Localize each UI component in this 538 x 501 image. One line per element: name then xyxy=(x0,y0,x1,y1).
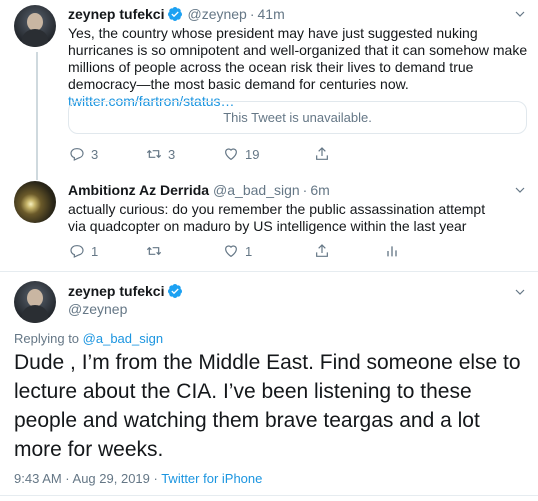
analytics-button[interactable] xyxy=(384,243,461,259)
thread-line xyxy=(36,170,38,180)
tweet-1[interactable]: zeynep tufekci @zeynep · 41m Yes, the co… xyxy=(0,0,538,170)
retweet-button[interactable]: 3 xyxy=(146,146,223,162)
replying-to: Replying to @a_bad_sign xyxy=(14,331,163,346)
like-button[interactable]: 1 xyxy=(223,243,314,259)
timestamp[interactable]: 9:43 AM · Aug 29, 2019 · xyxy=(14,471,161,486)
author-name[interactable]: Ambitionz Az Derrida xyxy=(68,182,209,198)
main-author: zeynep tufekci @zeynep xyxy=(68,283,183,317)
analytics-icon xyxy=(387,246,397,257)
author-row: zeynep tufekci @zeynep · 41m xyxy=(68,6,285,22)
retweet-icon xyxy=(146,246,162,256)
author-handle[interactable]: @zeynep xyxy=(187,6,246,22)
share-button[interactable] xyxy=(314,146,391,162)
like-icon xyxy=(225,148,237,161)
reply-button[interactable]: 1 xyxy=(69,243,146,259)
tweet-text-content: Yes, the country whose president may hav… xyxy=(68,25,528,92)
quote-unavailable-text: This Tweet is unavailable. xyxy=(223,110,372,125)
avatar[interactable] xyxy=(14,5,56,47)
reply-icon xyxy=(70,245,84,258)
retweet-icon xyxy=(146,149,162,159)
tweet-actions: 1 1 xyxy=(69,243,461,259)
main-tweet-text: Dude , I’m from the Middle East. Find so… xyxy=(14,351,521,461)
tweet-meta: 9:43 AM · Aug 29, 2019 · Twitter for iPh… xyxy=(14,471,262,486)
tweet-text: Yes, the country whose president may hav… xyxy=(68,25,530,110)
tweet-actions: 3 3 19 xyxy=(69,146,391,162)
replying-prefix: Replying to xyxy=(14,331,83,346)
avatar[interactable] xyxy=(14,281,56,323)
reply-button[interactable]: 3 xyxy=(69,146,146,162)
replying-to-handle[interactable]: @a_bad_sign xyxy=(83,331,163,346)
verified-icon xyxy=(168,284,183,298)
quoted-tweet-unavailable: This Tweet is unavailable. xyxy=(68,101,527,134)
tweet-text: actually curious: do you remember the pu… xyxy=(68,201,486,234)
author-handle[interactable]: @zeynep xyxy=(68,301,183,317)
author-name[interactable]: zeynep tufekci xyxy=(68,283,164,299)
source-link[interactable]: Twitter for iPhone xyxy=(161,471,262,486)
caret-down-icon[interactable] xyxy=(514,286,526,298)
share-icon xyxy=(316,147,328,160)
caret-down-icon[interactable] xyxy=(514,184,526,196)
like-icon xyxy=(225,245,237,258)
author-name[interactable]: zeynep tufekci xyxy=(68,6,164,22)
like-count: 19 xyxy=(245,146,260,162)
reply-icon xyxy=(70,148,84,161)
tweet-2[interactable]: Ambitionz Az Derrida @a_bad_sign · 6m ac… xyxy=(0,170,538,271)
verified-icon xyxy=(168,7,183,21)
share-icon xyxy=(316,244,328,257)
avatar[interactable] xyxy=(14,181,56,223)
author-handle[interactable]: @a_bad_sign xyxy=(213,182,300,198)
retweet-count: 3 xyxy=(168,146,176,162)
reply-count: 1 xyxy=(91,243,99,259)
separator-dot: · xyxy=(302,182,308,198)
tweet-time[interactable]: 41m xyxy=(258,6,285,22)
share-button[interactable] xyxy=(314,243,384,259)
author-row: Ambitionz Az Derrida @a_bad_sign · 6m xyxy=(68,182,330,198)
retweet-button[interactable] xyxy=(146,243,223,259)
tweet-time[interactable]: 6m xyxy=(310,182,329,198)
reply-count: 3 xyxy=(91,146,99,162)
like-button[interactable]: 19 xyxy=(223,146,314,162)
caret-down-icon[interactable] xyxy=(514,8,526,20)
separator-dot: · xyxy=(249,6,255,22)
like-count: 1 xyxy=(245,243,253,259)
divider xyxy=(0,495,538,496)
thread-line xyxy=(36,52,38,170)
author-row: zeynep tufekci xyxy=(68,283,183,299)
